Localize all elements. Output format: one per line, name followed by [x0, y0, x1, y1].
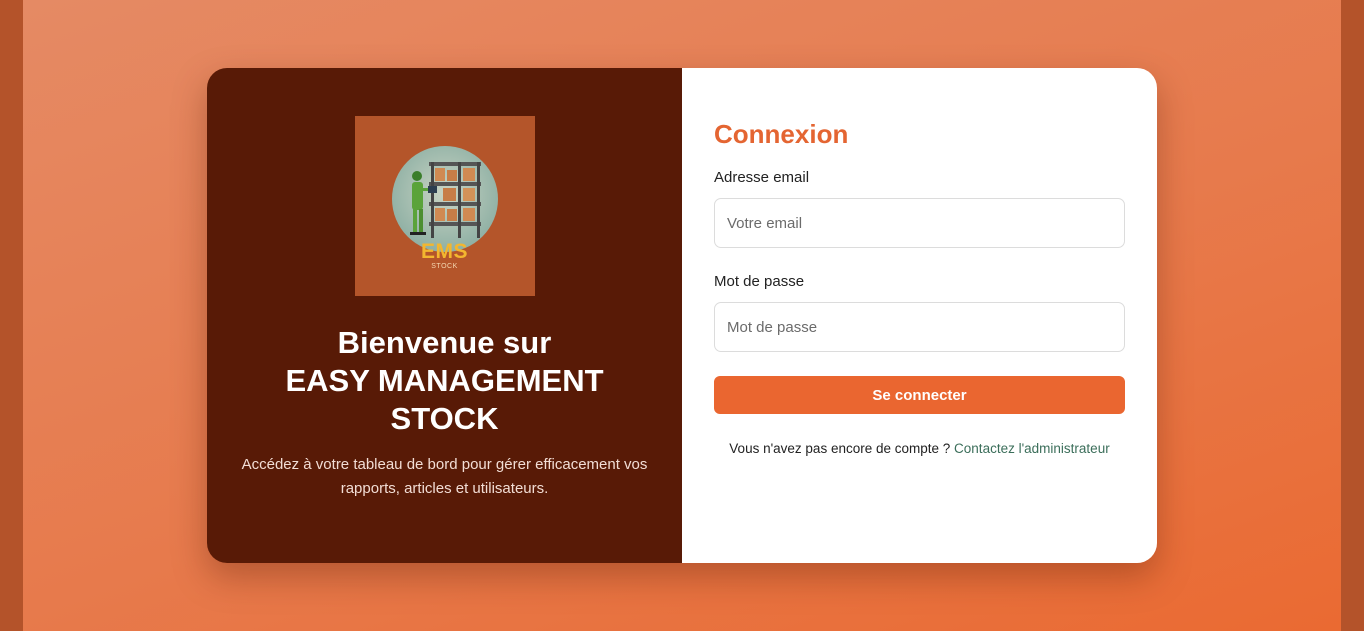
logo-title: EMS	[420, 240, 468, 263]
email-field[interactable]	[714, 198, 1125, 248]
welcome-line-1: Bienvenue sur	[337, 325, 552, 360]
welcome-tagline: Accédez à votre tableau de bord pour gér…	[241, 456, 648, 497]
app-logo: EMS STOCK	[354, 116, 535, 296]
password-label: Mot de passe	[714, 273, 805, 290]
login-form-panel: Connexion Adresse email Mot de passe Se …	[682, 68, 1157, 563]
email-label: Adresse email	[714, 169, 810, 186]
contact-admin-link[interactable]: Contactez l'administrateur	[954, 441, 1110, 456]
password-field[interactable]	[714, 302, 1125, 352]
welcome-heading: Bienvenue sur EASY MANAGEMENT STOCK	[285, 324, 603, 438]
welcome-panel: EMS STOCK Bienvenue sur EASY MANAGEMENT …	[207, 68, 682, 563]
form-title: Connexion	[714, 119, 849, 149]
welcome-line-3: STOCK	[390, 401, 499, 436]
signup-text: Vous n'avez pas encore de compte ?	[729, 441, 951, 456]
login-button[interactable]: Se connecter	[714, 376, 1125, 414]
signup-prompt: Vous n'avez pas encore de compte ? Conta…	[714, 441, 1125, 456]
logo-subtitle: STOCK	[431, 263, 458, 270]
login-card: EMS STOCK Bienvenue sur EASY MANAGEMENT …	[207, 68, 1157, 563]
welcome-line-2: EASY MANAGEMENT	[285, 363, 604, 398]
